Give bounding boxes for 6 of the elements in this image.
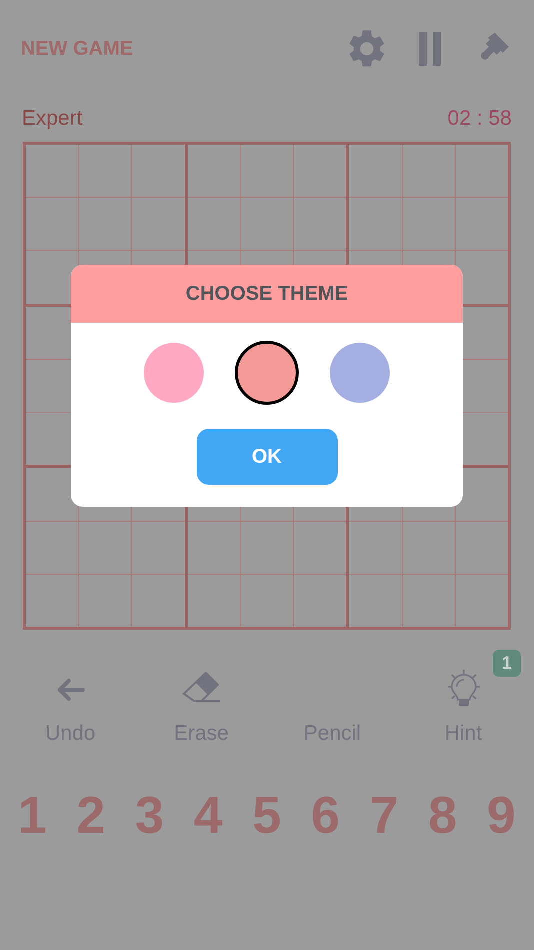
timer: 02 : 58 [448,106,512,132]
dialog-title: CHOOSE THEME [186,282,348,307]
ok-button[interactable]: OK [196,429,338,485]
difficulty-label: Expert [22,106,83,132]
hint-count-badge: 1 [493,650,521,677]
left-arrow-icon [56,678,86,702]
